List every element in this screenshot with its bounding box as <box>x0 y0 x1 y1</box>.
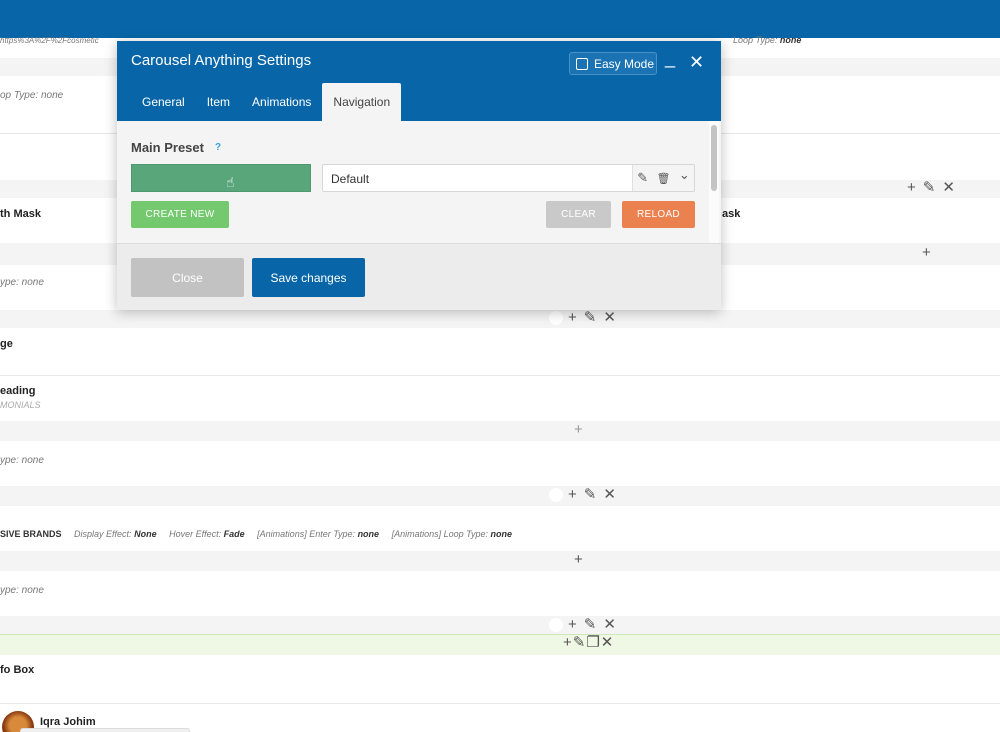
tab-animations[interactable]: Animations <box>241 83 322 121</box>
preset-select-value: Default <box>331 172 370 186</box>
create-new-button[interactable]: CREATE NEW <box>131 201 229 228</box>
row-toolbar: + ✎ ✕ <box>549 617 618 632</box>
add-icon[interactable]: + <box>922 245 933 260</box>
element-title: ask <box>722 208 741 220</box>
tab-item[interactable]: Item <box>196 83 241 121</box>
row-toolbar: + ✎ ✕ <box>549 310 618 325</box>
delete-icon[interactable]: ✕ <box>603 617 618 632</box>
close-button[interactable]: Close <box>131 258 244 297</box>
delete-icon[interactable]: ✕ <box>603 310 618 325</box>
builder-row-bar <box>0 551 1000 571</box>
scrollbar-thumb[interactable] <box>711 125 717 191</box>
edit-icon[interactable]: ✎ <box>923 180 938 195</box>
edit-icon[interactable]: ✎ <box>584 487 599 502</box>
add-row-toolbar: + <box>574 552 585 567</box>
reload-button[interactable]: RELOAD <box>622 201 695 228</box>
modal-title: Carousel Anything Settings <box>131 52 312 69</box>
brands-meta-row: SIVE BRANDS Display Effect: None Hover E… <box>0 529 512 539</box>
help-icon[interactable]: ? <box>215 142 221 153</box>
drag-handle[interactable] <box>549 311 563 325</box>
easy-mode-label: Easy Mode <box>594 56 655 71</box>
drag-handle[interactable] <box>549 618 563 632</box>
minimize-icon[interactable]: _ <box>665 47 675 69</box>
url-fragment-text: https%3A%2F%2Fcosmetic <box>0 36 99 45</box>
settings-tabs: General Item Animations Navigation <box>131 83 402 121</box>
user-name: Iqra Johim <box>40 716 96 728</box>
modal-header: Carousel Anything Settings Easy Mode _ ✕… <box>117 41 721 121</box>
copy-icon[interactable]: ❐ <box>586 635 599 650</box>
top-admin-bar <box>0 0 1000 38</box>
edit-icon[interactable]: ✎ <box>573 635 586 650</box>
preset-action-button[interactable]: ☝ <box>131 164 311 192</box>
carousel-settings-modal: Carousel Anything Settings Easy Mode _ ✕… <box>117 41 721 310</box>
row-meta: ype: none <box>0 585 44 596</box>
drag-handle[interactable] <box>549 488 563 502</box>
trash-icon[interactable]: 🗑 <box>657 172 671 185</box>
row-meta: op Type: none <box>0 90 64 101</box>
chevron-down-icon[interactable]: ⌄ <box>679 167 690 183</box>
add-icon[interactable]: + <box>574 552 585 567</box>
add-icon[interactable]: + <box>563 635 572 650</box>
bottom-panel-tab[interactable] <box>20 728 190 732</box>
add-icon[interactable]: + <box>568 310 579 325</box>
edit-icon[interactable]: ✎ <box>584 617 599 632</box>
add-icon[interactable]: + <box>568 487 579 502</box>
delete-icon[interactable]: ✕ <box>601 635 614 650</box>
row-toolbar: + ✎ ✕ <box>549 487 618 502</box>
add-icon[interactable]: + <box>907 180 918 195</box>
add-icon[interactable]: + <box>568 617 579 632</box>
builder-row-bar <box>0 616 1000 634</box>
element-title: eading <box>0 385 36 397</box>
delete-icon[interactable]: ✕ <box>603 487 618 502</box>
preset-select[interactable]: Default ✎ 🗑 ⌄ <box>322 164 695 192</box>
save-changes-button[interactable]: Save changes <box>252 258 365 297</box>
builder-row-bar <box>0 486 1000 506</box>
add-row-toolbar: + <box>922 245 933 260</box>
hand-cursor-icon: ☝ <box>226 174 235 190</box>
element-title: fo Box <box>0 664 35 676</box>
row-meta: ype: none <box>0 455 44 466</box>
tab-general[interactable]: General <box>131 83 196 121</box>
element-title: th Mask <box>0 208 41 220</box>
close-icon[interactable]: ✕ <box>689 51 704 73</box>
element-toolbar: + ✎ ❐ ✕ <box>563 635 614 650</box>
modal-body: Main Preset ? ☝ Default ✎ 🗑 ⌄ CREATE NEW… <box>117 121 721 243</box>
delete-icon[interactable]: ✕ <box>942 180 957 195</box>
element-title: ge <box>0 338 13 350</box>
edit-preset-icon[interactable]: ✎ <box>637 170 648 186</box>
clear-button[interactable]: CLEAR <box>546 201 611 228</box>
checkbox-icon[interactable] <box>576 57 588 70</box>
row-divider <box>0 703 1000 704</box>
builder-row-bar <box>0 421 1000 441</box>
modal-footer: Close Save changes <box>117 243 721 310</box>
row-meta: ype: none <box>0 277 44 288</box>
selected-row-bar[interactable] <box>0 634 1000 655</box>
easy-mode-toggle[interactable]: Easy Mode <box>569 52 657 75</box>
main-preset-label: Main Preset <box>131 140 204 155</box>
builder-row-bar <box>0 310 1000 328</box>
row-divider <box>0 375 1000 376</box>
preset-select-actions: ✎ 🗑 ⌄ <box>632 165 694 191</box>
element-subtitle: MONIALS <box>0 400 41 410</box>
edit-icon[interactable]: ✎ <box>584 310 599 325</box>
tab-navigation[interactable]: Navigation <box>322 83 402 121</box>
add-row-toolbar: + <box>574 422 585 437</box>
row-toolbar: + ✎ ✕ <box>907 180 957 195</box>
add-icon[interactable]: + <box>574 422 585 437</box>
url-loop-type: Loop Type: none <box>733 35 802 45</box>
